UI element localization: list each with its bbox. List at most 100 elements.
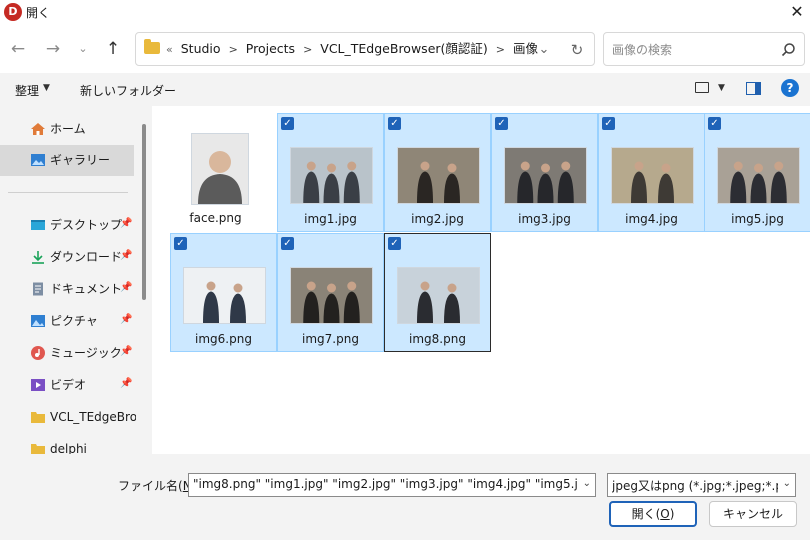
sidebar-item-documents[interactable]: ドキュメント 📌 [0, 274, 134, 305]
image-thumbnail [717, 147, 800, 204]
up-button[interactable]: ↑ [100, 36, 126, 62]
file-name: face.png [189, 211, 242, 225]
file-type-select[interactable]: jpeg又はpng (*.jpg;*.jpeg;*.png) ⌄ [607, 473, 796, 497]
home-icon [31, 123, 45, 135]
file-name: img5.jpg [731, 212, 784, 226]
download-icon [32, 251, 44, 264]
video-icon [31, 379, 45, 391]
chevron-right-icon[interactable]: > [496, 43, 505, 56]
desktop-icon [31, 220, 45, 230]
breadcrumb-item[interactable]: Studio [181, 41, 221, 56]
breadcrumb: «Studio > Projects > VCL_TEdgeBrowser(顔認証) > 画… [166, 33, 538, 65]
sidebar-item-label: ホーム [50, 122, 86, 136]
file-item[interactable]: face.png [162, 113, 269, 232]
checkbox-checked-icon[interactable]: ✓ [388, 237, 401, 250]
preview-pane-icon[interactable] [746, 82, 761, 95]
sidebar-item-home[interactable]: ホーム [0, 114, 134, 145]
search-box[interactable] [603, 32, 805, 66]
chevron-down-icon[interactable]: ⌄ [783, 478, 791, 489]
sidebar-item-pictures[interactable]: ピクチャ 📌 [0, 306, 134, 337]
music-icon [31, 346, 45, 360]
image-thumbnail [290, 147, 373, 204]
file-item[interactable]: ✓ img6.png [170, 233, 277, 352]
checkbox-checked-icon[interactable]: ✓ [388, 117, 401, 130]
file-item[interactable]: ✓ img5.jpg [704, 113, 810, 232]
sidebar-item-folder[interactable]: delphi [0, 434, 134, 454]
title-bar: D 開く ✕ [0, 0, 810, 25]
forward-button[interactable]: → [40, 36, 66, 62]
chevron-right-icon[interactable]: > [303, 43, 312, 56]
image-thumbnail [290, 267, 373, 324]
gallery-icon [31, 154, 45, 166]
pin-icon[interactable]: 📌 [120, 218, 132, 229]
sidebar-item-desktop[interactable]: デスクトップ 📌 [0, 210, 134, 241]
file-item[interactable]: ✓ img1.jpg [277, 113, 384, 232]
view-options-icon[interactable] [695, 82, 709, 93]
breadcrumb-item[interactable]: Projects [246, 41, 295, 56]
chevron-down-icon[interactable]: ⌄ [583, 478, 591, 489]
close-button[interactable]: ✕ [784, 0, 810, 25]
cancel-button[interactable]: キャンセル [709, 501, 797, 527]
breadcrumb-item[interactable]: VCL_TEdgeBrowser(顔認証) [320, 41, 488, 56]
checkbox-checked-icon[interactable]: ✓ [281, 237, 294, 250]
checkbox-checked-icon[interactable]: ✓ [602, 117, 615, 130]
image-thumbnail [397, 267, 480, 324]
app-icon: D [4, 3, 22, 21]
filename-combobox[interactable]: "img8.png" "img1.jpg" "img2.jpg" "img3.j… [188, 473, 596, 497]
pictures-icon [31, 315, 45, 327]
image-thumbnail [611, 147, 694, 204]
chevron-down-icon[interactable]: ⌄ [534, 40, 554, 60]
image-thumbnail [191, 133, 249, 205]
divider [8, 192, 128, 193]
filename-field[interactable]: "img8.png" "img1.jpg" "img2.jpg" "img3.j… [193, 477, 577, 491]
sidebar-item-music[interactable]: ミュージック 📌 [0, 338, 134, 369]
search-icon[interactable] [778, 40, 798, 60]
chevron-right-icon[interactable]: > [229, 43, 238, 56]
folder-icon [144, 39, 160, 54]
window-title: 開く [26, 6, 51, 20]
help-icon[interactable]: ? [781, 79, 799, 97]
checkbox-checked-icon[interactable]: ✓ [708, 117, 721, 130]
file-item[interactable]: ✓ img8.png [384, 233, 491, 352]
sidebar-item-gallery[interactable]: ギャラリー [0, 145, 134, 176]
file-item[interactable]: ✓ img7.png [277, 233, 384, 352]
file-list: face.png ✓ img1.jpg ✓ img2.jpg ✓ img3.jpg ✓ img4… [152, 106, 810, 454]
file-type-value: jpeg又はpng (*.jpg;*.jpeg;*.png) [612, 479, 778, 493]
file-name: img1.jpg [304, 212, 357, 226]
caret-down-icon[interactable]: ▼ [43, 83, 50, 93]
recent-locations-button[interactable]: ⌄ [70, 36, 96, 62]
new-folder-button[interactable]: 新しいフォルダー [80, 82, 176, 99]
caret-down-icon[interactable]: ▼ [718, 83, 725, 93]
pin-icon[interactable]: 📌 [120, 314, 132, 325]
checkbox-checked-icon[interactable]: ✓ [174, 237, 187, 250]
navigation-pane: ホーム ギャラリー デスクトップ 📌 ダウンロード 📌 ドキュメント 📌 ピクチ… [0, 106, 152, 454]
pin-icon[interactable]: 📌 [120, 282, 132, 293]
sidebar-item-downloads[interactable]: ダウンロード 📌 [0, 242, 134, 273]
file-name: img2.jpg [411, 212, 464, 226]
file-name: img6.png [195, 332, 252, 346]
file-name: img7.png [302, 332, 359, 346]
sidebar-item-label: ギャラリー [50, 153, 111, 167]
open-button[interactable]: 開く(O) [609, 501, 697, 527]
file-item[interactable]: ✓ img2.jpg [384, 113, 491, 232]
command-bar: 整理 ▼ 新しいフォルダー ▼ ? [0, 73, 810, 106]
back-button[interactable]: ← [5, 36, 31, 62]
pin-icon[interactable]: 📌 [120, 346, 132, 357]
checkbox-checked-icon[interactable]: ✓ [281, 117, 294, 130]
file-item[interactable]: ✓ img4.jpg [598, 113, 705, 232]
sidebar-item-folder[interactable]: VCL_TEdgeBrowser [0, 402, 136, 433]
folder-icon [31, 412, 45, 423]
scrollbar[interactable] [142, 124, 146, 300]
breadcrumb-overflow[interactable]: « [166, 43, 173, 56]
file-item[interactable]: ✓ img3.jpg [491, 113, 598, 232]
pin-icon[interactable]: 📌 [120, 250, 132, 261]
organize-button[interactable]: 整理 [15, 82, 39, 99]
sidebar-item-label: delphi [50, 442, 87, 454]
refresh-icon[interactable]: ↻ [566, 39, 588, 61]
image-thumbnail [397, 147, 480, 204]
search-input[interactable] [610, 39, 774, 61]
address-bar[interactable]: «Studio > Projects > VCL_TEdgeBrowser(顔認証) > 画… [135, 32, 595, 66]
sidebar-item-videos[interactable]: ビデオ 📌 [0, 370, 134, 401]
pin-icon[interactable]: 📌 [120, 378, 132, 389]
checkbox-checked-icon[interactable]: ✓ [495, 117, 508, 130]
